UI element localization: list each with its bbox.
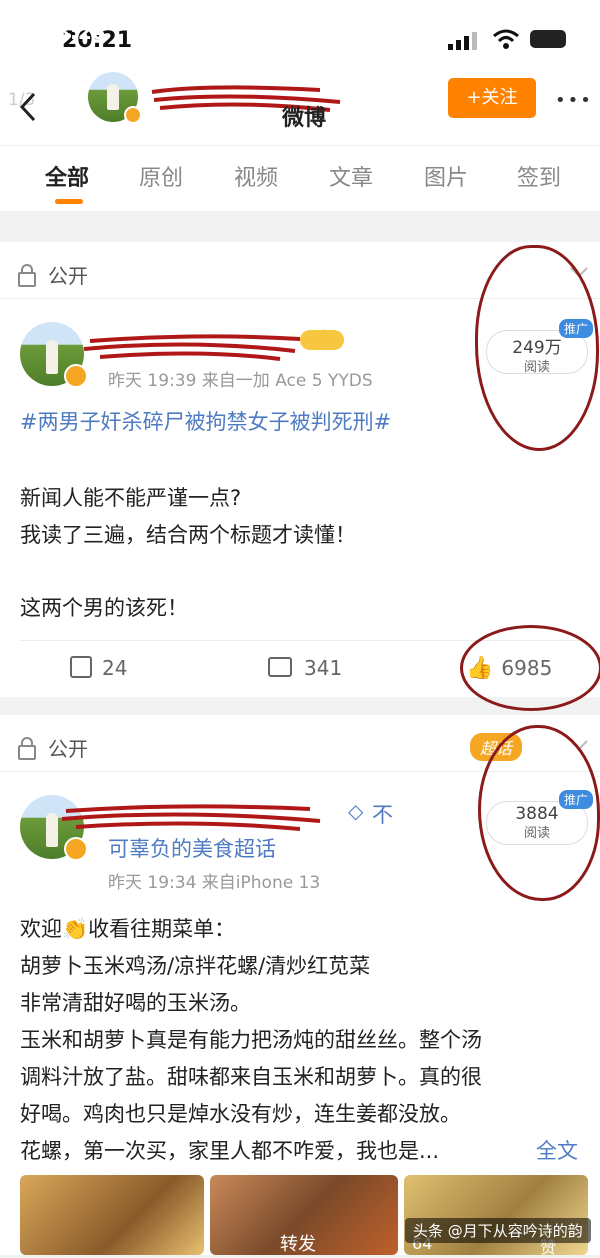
signal-icon — [448, 30, 484, 54]
full-text-link[interactable]: 全文 — [536, 1133, 578, 1170]
food-image[interactable] — [20, 1175, 204, 1255]
post-line: 调料汁放了盐。甜味都来自玉米和胡萝卜。真的很 — [20, 1065, 482, 1089]
follow-button[interactable]: +关注 — [448, 78, 536, 118]
tab-checkin[interactable]: 签到 — [517, 160, 561, 192]
comment-count: 341 — [304, 656, 343, 680]
tab-original[interactable]: 原创 — [139, 160, 183, 192]
repost-count: 24 — [102, 656, 128, 680]
topic-name-tail[interactable]: 不 — [372, 799, 393, 829]
lock-icon — [18, 264, 36, 287]
repost-button[interactable]: 24 — [70, 656, 127, 680]
member-badge — [300, 330, 344, 350]
profile-header: 1/3 微博 +关注 ••• — [0, 60, 600, 145]
post-meta: 昨天 19:34 来自iPhone 13 — [108, 873, 321, 893]
post-line: 玉米和胡萝卜真是有能力把汤炖的甜丝丝。整个汤 — [20, 1028, 482, 1052]
visibility-row: 公开 — [18, 733, 88, 762]
header-avatar[interactable] — [88, 72, 142, 124]
status-bar: 20:21 08:28 — [0, 0, 600, 60]
battery-icon — [530, 30, 566, 48]
repost-icon — [70, 656, 92, 678]
tab-images[interactable]: 图片 — [424, 160, 468, 192]
tab-video[interactable]: 视频 — [234, 160, 278, 192]
tab-all[interactable]: 全部 — [45, 160, 89, 192]
repost-label[interactable]: 转发 — [280, 1230, 316, 1256]
tab-bar: 全部 原创 视频 文章 图片 签到 — [0, 145, 600, 211]
header-title: 微博 — [282, 106, 327, 131]
wifi-icon — [492, 28, 520, 54]
annotation-circle — [478, 725, 600, 901]
post-line: 新闻人能不能严谨一点? — [20, 486, 242, 510]
visibility-label: 公开 — [48, 264, 88, 288]
back-button[interactable] — [18, 92, 38, 126]
post-line: 胡萝卜玉米鸡汤/凉拌花螺/清炒红苋菜 — [20, 954, 371, 978]
topic-name[interactable]: 可辜负的美食超话 — [108, 833, 276, 863]
post-meta: 昨天 19:39 来自一加 Ace 5 YYDS — [108, 371, 373, 391]
tab-active-indicator — [55, 199, 83, 204]
status-overlay-time: 08:28 — [42, 20, 106, 44]
post-line: 非常清甜好喝的玉米汤。 — [20, 991, 251, 1015]
post-topic[interactable]: #两男子奸杀碎尸被拘禁女子被判死刑# — [20, 404, 391, 441]
post-line: 我读了三遍，结合两个标题才读懂！ — [20, 523, 356, 547]
diamond-icon: ◇ — [348, 799, 364, 823]
visibility-row: 公开 — [18, 260, 88, 289]
annotation-circle — [460, 625, 600, 711]
post-line: 欢迎👏收看往期菜单： — [20, 917, 236, 941]
post-line: 好喝。鸡肉也只是焯水没有炒，连生姜都没放。 — [20, 1102, 461, 1126]
redaction-scribble — [61, 804, 321, 831]
watermark: 头条 @月下从容吟诗的韵 — [405, 1218, 591, 1243]
post-line: 花螺，第一次买，家里人都不咋爱，我也是... — [20, 1139, 440, 1163]
visibility-label: 公开 — [48, 737, 88, 761]
more-button[interactable]: ••• — [555, 90, 593, 111]
avatar[interactable] — [20, 322, 88, 388]
tab-articles[interactable]: 文章 — [329, 160, 373, 192]
lock-icon — [18, 737, 36, 760]
comment-icon — [268, 657, 292, 677]
post-line: 这两个男的该死！ — [20, 596, 188, 620]
comment-button[interactable]: 341 — [268, 656, 342, 680]
annotation-circle — [475, 245, 599, 451]
